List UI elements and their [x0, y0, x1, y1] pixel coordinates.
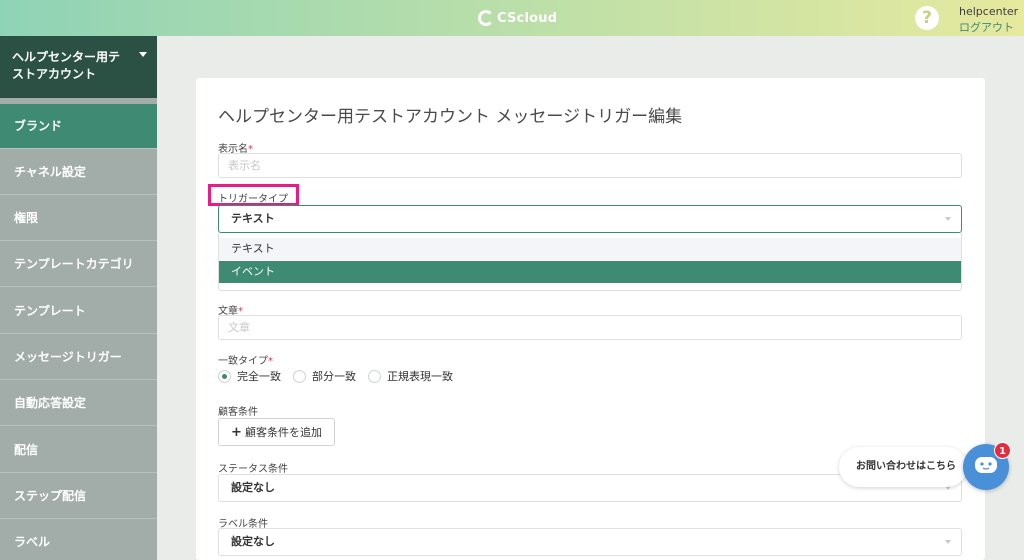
cscloud-logo-icon — [478, 10, 494, 26]
radio-button[interactable] — [293, 369, 306, 383]
status-selected-value: 設定なし — [231, 481, 275, 494]
logout-link[interactable]: ログアウト — [959, 19, 1014, 35]
customer-conditions-label: 顧客条件 — [218, 407, 258, 418]
page-title: ヘルプセンター用テストアカウント メッセージトリガー編集 — [218, 107, 683, 127]
radio-label: 正規表現一致 — [387, 370, 453, 383]
radio-button[interactable] — [368, 369, 381, 383]
chevron-down-icon — [945, 217, 951, 221]
user-name: helpcenter — [959, 5, 1019, 18]
sidebar-item-auto-response[interactable]: 自動応答設定 — [0, 381, 157, 426]
sidebar-item-step-delivery[interactable]: ステップ配信 — [0, 474, 157, 519]
contact-chat-pill[interactable]: お問い合わせはこちら — [839, 447, 967, 487]
trigger-type-label: トリガータイプ — [218, 194, 288, 205]
logo-text: CScloud — [497, 10, 558, 26]
sidebar-item-message-triggers[interactable]: メッセージトリガー — [0, 335, 157, 380]
sidebar-item-delivery[interactable]: 配信 — [0, 428, 157, 473]
sidebar-item-labels[interactable]: ラベル — [0, 520, 157, 560]
required-mark: * — [268, 356, 273, 367]
dropdown-option-text[interactable]: テキスト — [219, 238, 961, 260]
label-conditions-select[interactable]: 設定なし — [218, 528, 962, 556]
account-name: ヘルプセンター用テストアカウント — [12, 50, 121, 81]
radio-partial-match[interactable]: 部分一致 — [293, 368, 356, 384]
radio-regex-match[interactable]: 正規表現一致 — [368, 368, 453, 384]
dropdown-option-event[interactable]: イベント — [219, 261, 961, 283]
match-type-radio-group: 完全一致 部分一致 正規表現一致 — [218, 368, 465, 384]
status-conditions-label: ステータス条件 — [218, 464, 288, 475]
sidebar-item-brand[interactable]: ブランド — [0, 104, 157, 149]
account-selector[interactable]: ヘルプセンター用テストアカウント — [0, 36, 157, 98]
sidebar-item-template-categories[interactable]: テンプレートカテゴリ — [0, 242, 157, 287]
chat-bot-icon — [975, 457, 997, 473]
sidebar-item-channel-settings[interactable]: チャネル設定 — [0, 150, 157, 195]
radio-label: 部分一致 — [312, 370, 356, 383]
add-customer-condition-button[interactable]: + 顧客条件を追加 — [218, 418, 335, 446]
plus-icon: + — [231, 424, 242, 440]
sentence-input[interactable] — [218, 315, 962, 340]
help-icon[interactable]: ? — [915, 6, 939, 30]
match-type-label: 一致タイプ* — [218, 356, 273, 367]
sidebar: ヘルプセンター用テストアカウント ブランド チャネル設定 権限 テンプレートカテ… — [0, 36, 157, 560]
sidebar-item-templates[interactable]: テンプレート — [0, 289, 157, 334]
button-label: 顧客条件を追加 — [244, 426, 322, 439]
trigger-type-selected-value: テキスト — [231, 212, 275, 225]
notification-badge: 1 — [994, 442, 1011, 459]
radio-button-checked[interactable] — [218, 369, 231, 383]
radio-label: 完全一致 — [237, 370, 281, 383]
top-bar: CScloud ? helpcenter ログアウト — [0, 0, 1024, 36]
edit-form-card: ヘルプセンター用テストアカウント メッセージトリガー編集 表示名* トリガータイ… — [196, 78, 985, 560]
label-selected-value: 設定なし — [231, 535, 275, 548]
trigger-type-dropdown: テキスト イベント — [218, 233, 962, 291]
cscloud-logo[interactable]: CScloud — [478, 8, 557, 28]
caret-down-icon — [139, 52, 147, 57]
trigger-type-select[interactable]: テキスト — [218, 205, 962, 233]
chevron-down-icon — [945, 540, 951, 544]
sidebar-item-permissions[interactable]: 権限 — [0, 196, 157, 241]
display-name-input[interactable] — [218, 153, 962, 178]
radio-exact-match[interactable]: 完全一致 — [218, 368, 281, 384]
